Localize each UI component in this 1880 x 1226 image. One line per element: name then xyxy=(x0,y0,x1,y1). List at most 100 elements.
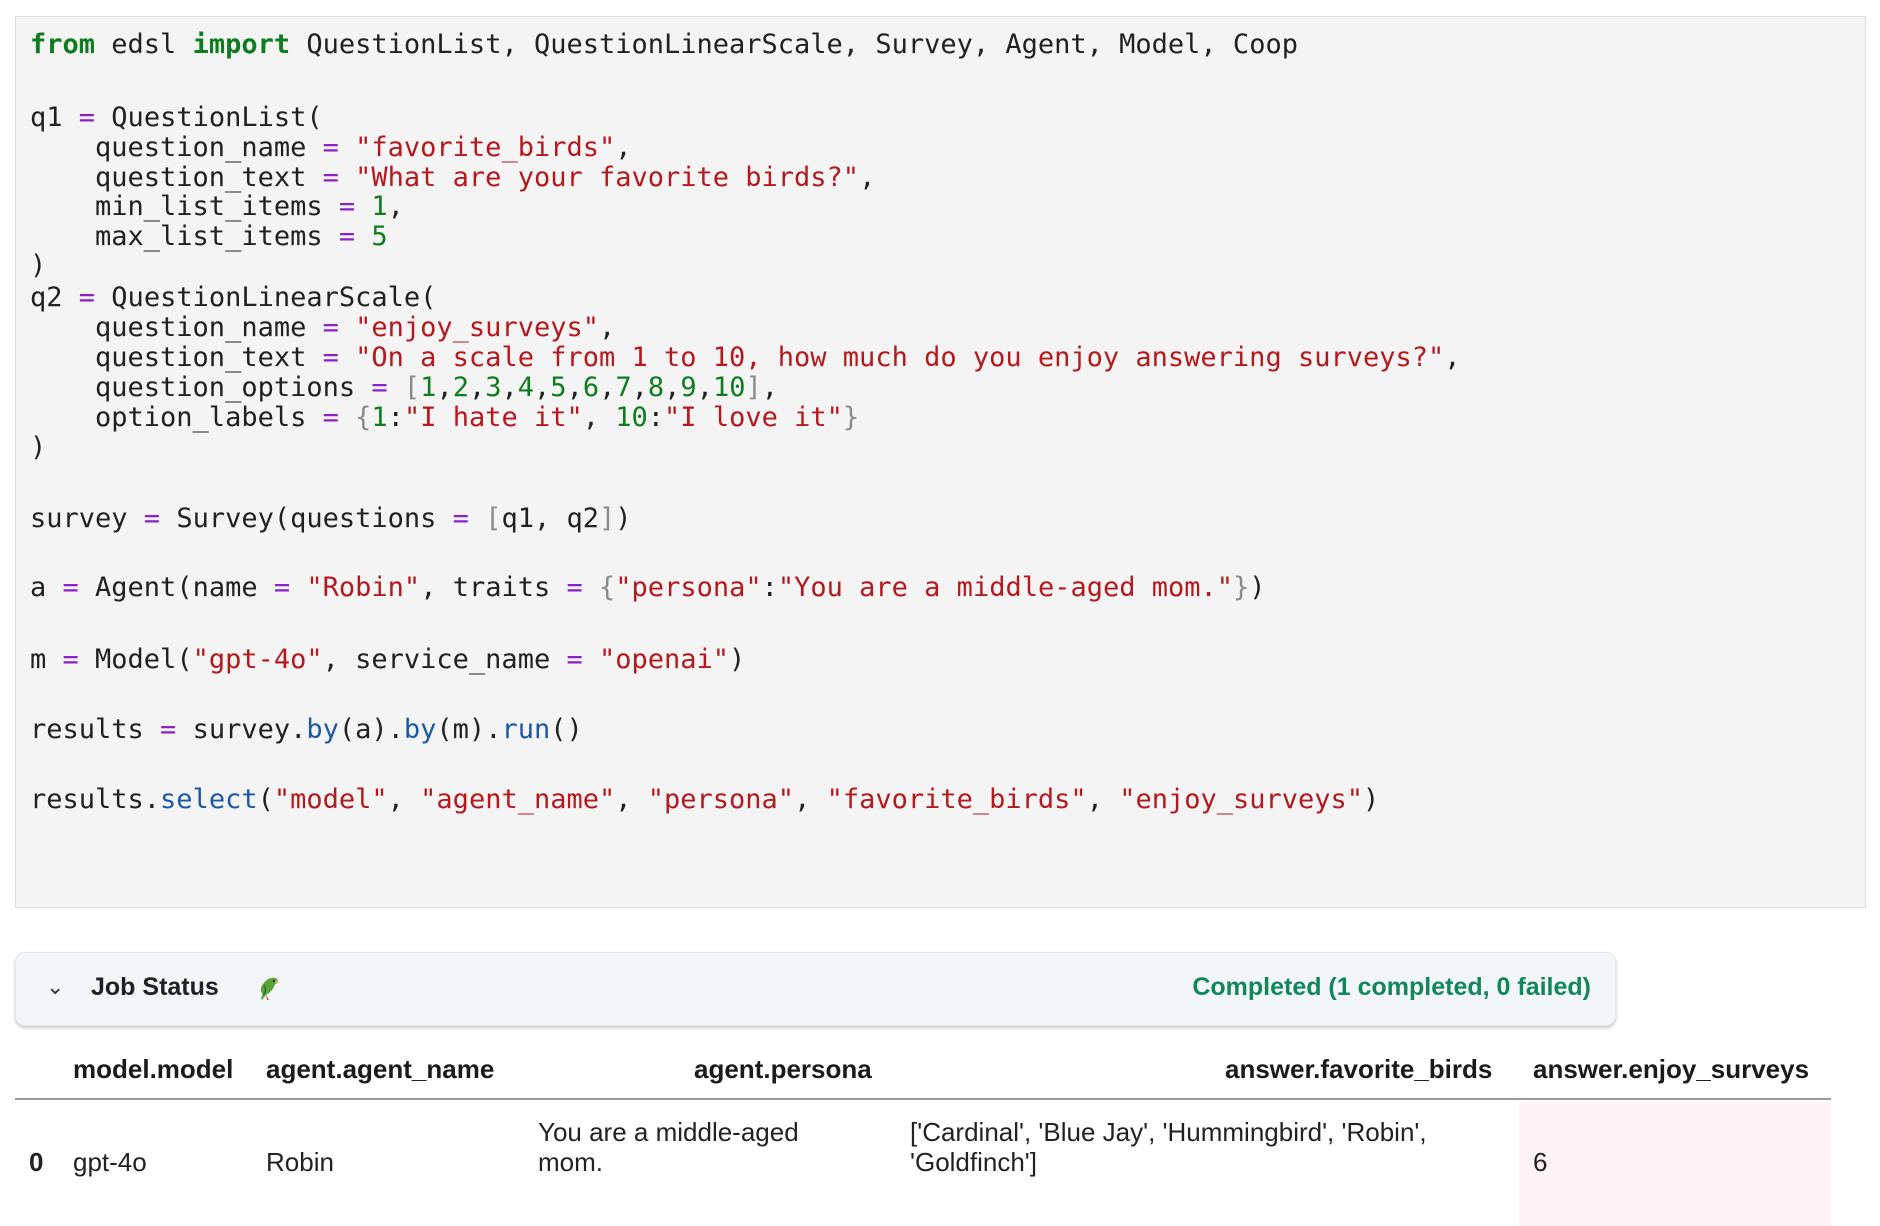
job-status-state: Completed (1 completed, 0 failed) xyxy=(1192,973,1591,1001)
code-token: q1 xyxy=(30,102,79,133)
code-token: QuestionList( xyxy=(95,102,323,133)
code-token: , xyxy=(387,784,421,815)
column-header-agent-name[interactable]: agent.agent_name xyxy=(266,1054,494,1085)
code-token: 3 xyxy=(485,372,502,403)
code-token: ( xyxy=(257,784,274,815)
code-token: run xyxy=(501,714,551,745)
code-token: , xyxy=(1444,342,1461,373)
code-token: "I love it" xyxy=(664,402,843,433)
code-token: "enjoy_surveys" xyxy=(1119,784,1364,815)
code-token: = xyxy=(338,221,356,252)
code-token: q1, q2 xyxy=(501,503,600,534)
code-token: 5 xyxy=(371,221,388,252)
code-token: "On a scale from 1 to 10, how much do yo… xyxy=(355,342,1445,373)
column-header-enjoy-surveys[interactable]: answer.enjoy_surveys xyxy=(1533,1054,1809,1085)
code-cell[interactable]: from edsl import QuestionList, QuestionL… xyxy=(15,16,1866,908)
code-token: 5 xyxy=(550,372,567,403)
code-token: "persona" xyxy=(615,572,762,603)
code-token: 10 xyxy=(712,372,746,403)
code-token: (m). xyxy=(436,714,502,745)
code-token: [ xyxy=(485,503,502,534)
code-token: : xyxy=(387,402,404,433)
code-token: QuestionLinearScale( xyxy=(95,282,437,313)
column-header-favorite-birds[interactable]: answer.favorite_birds xyxy=(1225,1054,1492,1085)
code-token: , xyxy=(615,132,632,163)
code-token: = xyxy=(160,714,177,745)
code-line: results.select("model", "agent_name", "p… xyxy=(30,782,1379,818)
code-token: : xyxy=(647,402,665,433)
code-token: max_list_items xyxy=(30,221,339,252)
code-line: ) xyxy=(30,430,46,466)
code-line: option_labels = {1:"I hate it", 10:"I lo… xyxy=(30,400,859,436)
code-token: = xyxy=(371,372,388,403)
code-token: question_options xyxy=(30,372,372,403)
code-token: ) xyxy=(1249,572,1266,603)
code-token: : xyxy=(761,572,778,603)
code-token: results. xyxy=(30,784,161,815)
code-token: = xyxy=(322,342,339,373)
code-token: q2 xyxy=(30,282,79,313)
code-token: 9 xyxy=(680,372,697,403)
code-token: = xyxy=(322,402,339,433)
highlighted-cell-background xyxy=(1519,1102,1831,1226)
code-token: = xyxy=(62,644,79,675)
code-token: question_name xyxy=(30,312,323,343)
code-token: survey. xyxy=(176,714,307,745)
code-token: "persona" xyxy=(647,784,795,815)
cell-persona: You are a middle-aged mom. xyxy=(538,1117,799,1177)
code-token: m xyxy=(30,644,63,675)
code-token: = xyxy=(78,102,96,133)
code-token: Survey(questions xyxy=(160,503,453,534)
code-token: , xyxy=(615,784,648,815)
code-token: "enjoy_surveys" xyxy=(355,312,599,343)
code-token: 1 xyxy=(371,402,388,433)
cell-enjoy-surveys: 6 xyxy=(1533,1147,1548,1177)
code-token: (a). xyxy=(338,714,404,745)
code-token: { xyxy=(599,572,616,603)
code-token: , traits xyxy=(420,572,567,603)
code-token: , xyxy=(859,162,876,193)
code-token: = xyxy=(566,572,583,603)
chevron-down-icon[interactable]: ⌄ xyxy=(46,975,64,1000)
row-index: 0 xyxy=(29,1147,44,1177)
code-token: 4 xyxy=(517,372,535,403)
code-token: , xyxy=(664,372,681,403)
column-header-persona[interactable]: agent.persona xyxy=(694,1054,872,1085)
code-token: , xyxy=(599,372,616,403)
code-token: "I hate it" xyxy=(403,402,583,433)
code-token: a xyxy=(30,572,63,603)
header-divider xyxy=(15,1098,1831,1100)
job-status-panel[interactable]: ⌄ Job Status Completed (1 completed, 0 f… xyxy=(15,952,1616,1026)
code-token: , xyxy=(1086,784,1120,815)
code-token: edsl xyxy=(95,29,193,60)
code-token: 6 xyxy=(582,372,600,403)
code-token: , xyxy=(501,372,518,403)
code-token: = xyxy=(322,312,339,343)
column-header-model[interactable]: model.model xyxy=(73,1054,233,1085)
cell-model: gpt-4o xyxy=(73,1147,147,1177)
code-line: survey = Survey(questions = [q1, q2]) xyxy=(30,501,632,537)
code-token: , xyxy=(696,372,713,403)
code-token: by xyxy=(306,714,339,745)
code-token: = xyxy=(566,644,583,675)
code-token: , xyxy=(387,191,404,222)
code-token: , xyxy=(436,372,453,403)
code-token: "What are your favorite birds?" xyxy=(355,162,860,193)
code-token: { xyxy=(355,402,372,433)
code-token: 1 xyxy=(420,372,437,403)
code-token: Model( xyxy=(78,644,193,675)
cell-agent-name: Robin xyxy=(266,1147,334,1177)
code-token: option_labels xyxy=(30,402,323,433)
code-token: "favorite_birds" xyxy=(826,784,1087,815)
code-token: "Robin" xyxy=(306,572,421,603)
code-token: , xyxy=(761,372,778,403)
code-token: 1 xyxy=(371,191,388,222)
code-line: ) xyxy=(30,248,46,284)
code-token: = xyxy=(338,191,356,222)
